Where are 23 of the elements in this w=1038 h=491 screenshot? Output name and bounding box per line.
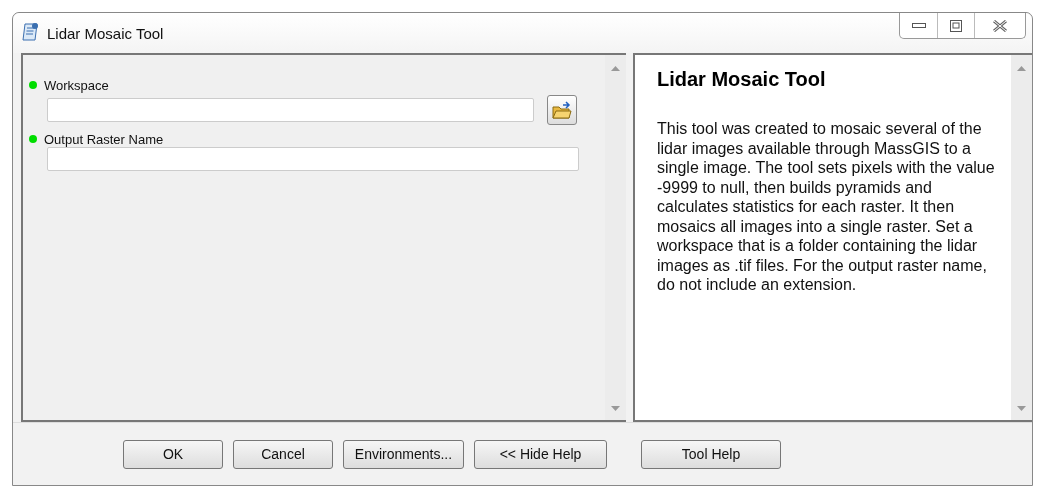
browse-button[interactable]: [547, 95, 577, 125]
help-title: Lidar Mosaic Tool: [657, 68, 827, 91]
input-field[interactable]: [47, 147, 579, 171]
scroll-up-icon[interactable]: [1017, 65, 1026, 71]
close-icon: [993, 19, 1007, 32]
scrollbar[interactable]: [1011, 55, 1032, 420]
help-text: This tool was created to mosaic several of the lidar images available through MassGIS to a single image. The tool sets pixels with the value -9999 to null, then builds pyramids and calculates statistics for each raster. It then mosaics all images into a single raster. Set a workspace that is a folder containing the lidar images as .tif files. For the output raster name, do not include an extension.: [657, 119, 996, 295]
scroll-icon: [21, 22, 41, 44]
field-label: Workspace: [44, 77, 109, 93]
scroll-up-icon[interactable]: [611, 65, 620, 71]
window-title: Lidar Mosaic Tool: [47, 24, 164, 42]
scrollbar[interactable]: [605, 55, 626, 420]
dialog-button[interactable]: << Hide Help: [474, 439, 607, 469]
dialog-button[interactable]: Tool Help: [641, 439, 781, 469]
dialog-button[interactable]: Cancel: [233, 439, 333, 469]
minimize-icon: [911, 22, 926, 29]
field-label: Output Raster Name: [44, 131, 164, 147]
scroll-down-icon[interactable]: [1017, 406, 1026, 412]
input-field[interactable]: [47, 98, 534, 122]
scroll-down-icon[interactable]: [611, 406, 620, 412]
maximize-icon: [950, 19, 962, 32]
dialog-button[interactable]: OK: [123, 439, 223, 469]
dialog-button[interactable]: Environments...: [343, 439, 464, 469]
